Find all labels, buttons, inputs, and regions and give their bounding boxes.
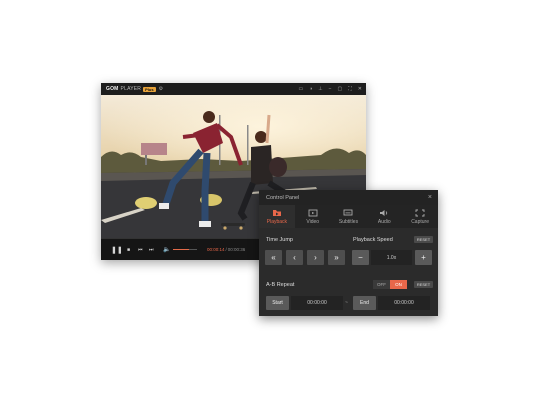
capture-icon	[415, 209, 425, 216]
chevron-left-icon: ‹	[293, 253, 296, 262]
tab-video[interactable]: Video	[295, 205, 331, 228]
pin-icon[interactable]: ⊥	[318, 83, 322, 95]
range-separator: ~	[345, 300, 348, 306]
tab-label: Audio	[377, 218, 391, 225]
restore-icon[interactable]: ▢	[338, 83, 343, 95]
minus-icon: −	[358, 253, 363, 262]
ab-start-time: 00:00:00	[291, 296, 343, 310]
player-logo: GOM PLAYER	[106, 86, 141, 92]
tab-playback[interactable]: Playback	[259, 205, 295, 228]
next-icon[interactable]: ⏭	[149, 239, 154, 260]
current-time: 00:00:14	[207, 247, 225, 252]
speed-value: 1.0x	[371, 250, 412, 265]
ab-repeat-label: A-B Repeat	[266, 282, 295, 288]
forward-far-button[interactable]: »	[328, 250, 345, 265]
rewind-far-button[interactable]: «	[265, 250, 282, 265]
previous-icon[interactable]: ⏮	[138, 239, 143, 260]
double-chevron-left-icon: «	[271, 253, 276, 262]
video-icon	[308, 209, 318, 216]
volume-slider[interactable]	[173, 249, 197, 250]
tab-audio[interactable]: Audio	[366, 205, 402, 228]
player-titlebar: GOM PLAYER Plus ⚙ ▭ ◑ ⊥ − ▢ ⛶ ✕	[101, 83, 366, 95]
forward-button[interactable]: ›	[307, 250, 324, 265]
control-panel-tabs: Playback Video Subtitles Audio Capture	[259, 205, 438, 228]
toggle-on[interactable]: ON	[390, 280, 407, 289]
volume-fill	[173, 249, 189, 250]
tab-capture[interactable]: Capture	[402, 205, 438, 228]
tab-label: Playback	[266, 218, 288, 225]
brand-sub-text: PLAYER	[120, 86, 142, 92]
plus-badge: Plus	[143, 86, 156, 92]
cc-icon[interactable]: ▭	[299, 83, 304, 95]
rewind-button[interactable]: ‹	[286, 250, 303, 265]
ab-start-button[interactable]: Start	[266, 296, 289, 310]
window-controls: ▭ ◑ ⊥ − ▢ ⛶ ✕	[299, 83, 363, 95]
ab-reset-button[interactable]: RESET	[414, 281, 433, 288]
playback-icon	[272, 209, 281, 216]
time-jump-label: Time Jump	[266, 237, 293, 243]
minimize-icon[interactable]: −	[329, 83, 332, 95]
ab-end-time: 00:00:00	[378, 296, 430, 310]
speed-increase-button[interactable]: +	[415, 250, 432, 265]
close-icon[interactable]: ✕	[358, 83, 362, 95]
time-display: 00:00:14 / 00:00:36	[207, 239, 245, 260]
playback-speed-label: Playback Speed	[353, 237, 393, 243]
control-panel-header: Control Panel ×	[259, 190, 438, 205]
double-chevron-right-icon: »	[334, 253, 339, 262]
close-icon[interactable]: ×	[428, 190, 432, 205]
ab-end-button[interactable]: End	[353, 296, 376, 310]
toggle-off[interactable]: OFF	[373, 280, 390, 289]
speed-decrease-button[interactable]: −	[352, 250, 369, 265]
tab-label: Capture	[411, 218, 429, 225]
audio-icon	[380, 209, 388, 216]
pause-icon[interactable]: ❚❚	[111, 239, 123, 260]
total-time: 00:00:36	[227, 247, 246, 252]
vr-icon[interactable]: ◑	[309, 83, 312, 95]
ab-repeat-toggle[interactable]: OFF ON	[373, 280, 407, 289]
time-separator: /	[225, 247, 227, 252]
fullscreen-icon[interactable]: ⛶	[348, 83, 352, 95]
volume-icon[interactable]: 🔈	[163, 239, 170, 260]
plus-icon: +	[421, 253, 426, 262]
chevron-right-icon: ›	[314, 253, 317, 262]
brand-text: GOM	[106, 86, 119, 92]
control-panel-title: Control Panel	[266, 194, 300, 201]
tab-label: Video	[306, 218, 320, 225]
subtitles-icon	[344, 209, 353, 215]
speed-reset-button[interactable]: RESET	[414, 236, 433, 243]
stop-icon[interactable]: ■	[127, 239, 130, 260]
settings-gear-icon[interactable]: ⚙	[159, 86, 163, 92]
tab-subtitles[interactable]: Subtitles	[331, 205, 367, 228]
tab-label: Subtitles	[338, 218, 359, 225]
